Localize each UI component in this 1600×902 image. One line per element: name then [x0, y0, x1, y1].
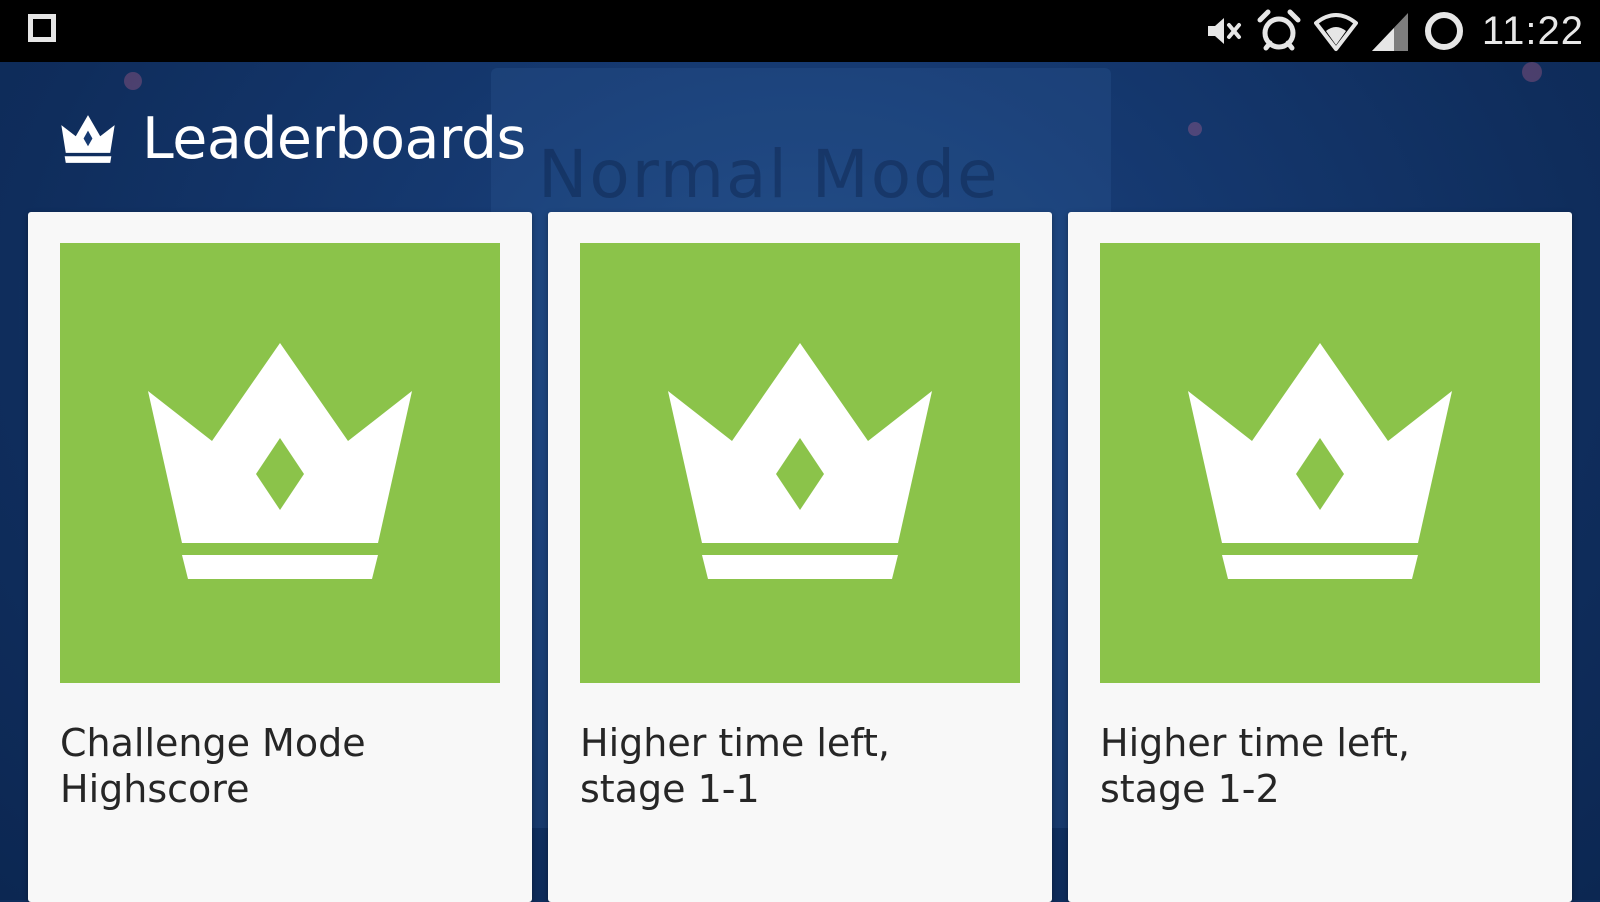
card-art: [580, 243, 1020, 683]
card-title-line2: stage 1-2: [1100, 767, 1280, 811]
background-mode-text: Normal Mode: [538, 136, 1000, 213]
leaderboard-card-stage-1-2[interactable]: Higher time left, stage 1-2: [1068, 212, 1572, 902]
crown-icon: [61, 115, 115, 163]
sync-ring-icon: [1424, 12, 1463, 50]
crown-icon: [668, 343, 932, 579]
status-clock: 11:22: [1481, 8, 1584, 53]
card-art: [60, 243, 500, 683]
mute-icon: [1207, 18, 1241, 44]
recents-square-icon[interactable]: [28, 14, 56, 42]
crown-icon: [148, 343, 412, 579]
alarm-icon: [1257, 9, 1301, 51]
card-title-line1: Higher time left,: [580, 721, 890, 765]
wifi-icon: [1313, 13, 1358, 51]
cell-signal-icon: [1371, 13, 1408, 51]
card-art: [1100, 243, 1540, 683]
status-bar: 11:22: [0, 0, 1600, 62]
crown-icon: [1188, 343, 1452, 579]
leaderboard-card-challenge-highscore[interactable]: Challenge Mode Highscore: [28, 212, 532, 902]
card-title: Higher time left, stage 1-1: [580, 720, 1020, 812]
card-title-line2: Highscore: [60, 767, 250, 811]
card-title-line2: stage 1-1: [580, 767, 760, 811]
app-bar: Leaderboards: [60, 104, 526, 174]
leaderboard-card-stage-1-1[interactable]: Higher time left, stage 1-1: [548, 212, 1052, 902]
card-title-line1: Challenge Mode: [60, 721, 366, 765]
card-title: Challenge Mode Highscore: [60, 720, 500, 812]
status-icons: 11:22: [1204, 8, 1584, 54]
card-title-line1: Higher time left,: [1100, 721, 1410, 765]
card-title: Higher time left, stage 1-2: [1100, 720, 1540, 812]
page-title: Leaderboards: [142, 106, 526, 172]
